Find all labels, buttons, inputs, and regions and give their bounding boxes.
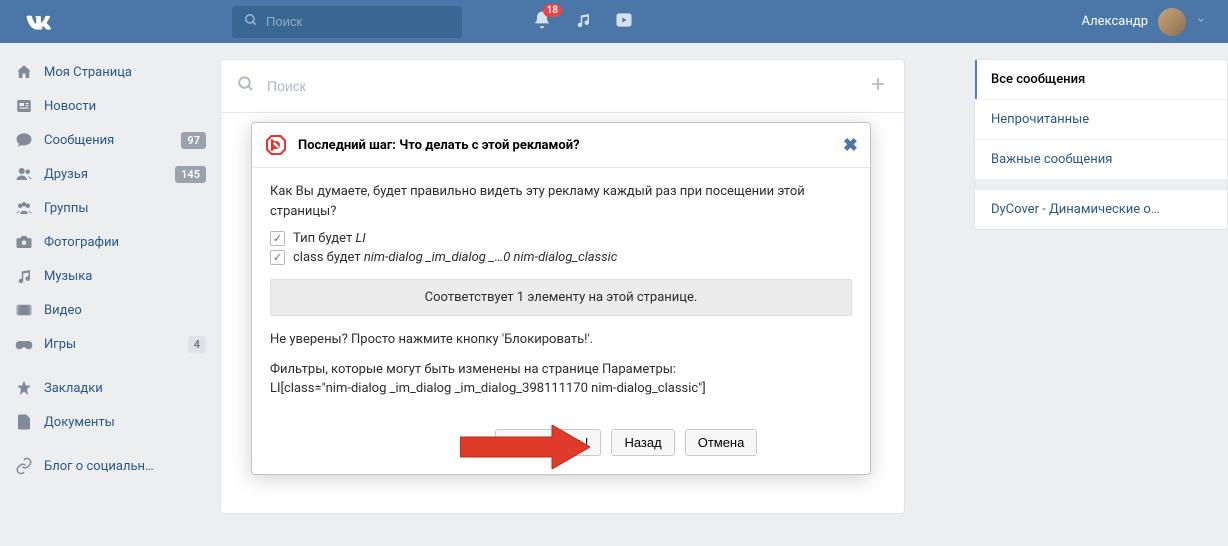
highlight-arrow-icon	[460, 425, 590, 473]
friends-icon	[14, 164, 34, 184]
chevron-down-icon	[1196, 14, 1206, 29]
header-search[interactable]	[232, 6, 462, 38]
photos-icon	[14, 232, 34, 252]
nav-messages[interactable]: Сообщения 97	[0, 123, 220, 157]
checkbox-icon: ✓	[270, 250, 285, 265]
music-icon[interactable]	[574, 11, 592, 33]
nav-video[interactable]: Видео	[0, 293, 220, 327]
nav-label: Игры	[44, 337, 76, 352]
nav-label: Документы	[44, 415, 115, 430]
nav-bookmarks[interactable]: Закладки	[0, 371, 220, 405]
unsure-text: Не уверены? Просто нажмите кнопку 'Блоки…	[270, 330, 852, 350]
news-icon	[14, 96, 34, 116]
filter-important[interactable]: Важные сообщения	[975, 140, 1227, 180]
right-column: Все сообщения Непрочитанные Важные сообщ…	[958, 43, 1228, 514]
messages-icon	[14, 130, 34, 150]
back-button[interactable]: Назад	[611, 429, 674, 456]
home-icon	[14, 62, 34, 82]
nav-games[interactable]: Игры 4	[0, 327, 220, 361]
nav-my-page[interactable]: Моя Страница	[0, 55, 220, 89]
bookmarks-icon	[14, 378, 34, 398]
checkbox-class[interactable]: ✓ class будет nim-dialog _im_dialog _…0 …	[270, 250, 852, 265]
close-icon[interactable]: ✖	[843, 135, 858, 156]
nav-photos[interactable]: Фотографии	[0, 225, 220, 259]
music-nav-icon	[14, 266, 34, 286]
video-icon	[14, 300, 34, 320]
adblock-dialog: Последний шаг: Что делать с этой рекламо…	[251, 122, 871, 475]
nav-label: Видео	[44, 303, 82, 318]
left-nav: Моя Страница Новости Сообщения 97 Друзья…	[0, 43, 220, 514]
user-menu[interactable]: Александр	[1082, 8, 1216, 36]
vk-logo-icon[interactable]	[24, 8, 52, 36]
filters-text: Фильтры, которые могут быть изменены на …	[270, 360, 852, 399]
stop-icon	[264, 133, 288, 157]
link-icon	[14, 456, 34, 476]
notifications-icon[interactable]: 18	[532, 10, 552, 34]
header-search-input[interactable]	[266, 14, 450, 29]
nav-label: Друзья	[44, 167, 88, 182]
search-icon	[244, 13, 258, 31]
docs-icon	[14, 412, 34, 432]
checkbox-type[interactable]: ✓ Тип будет LI	[270, 231, 852, 246]
nav-label: Блог о социальн…	[44, 459, 154, 474]
nav-label: Фотографии	[44, 235, 119, 250]
checkbox-icon: ✓	[270, 231, 285, 246]
nav-label: Закладки	[44, 381, 103, 396]
filter-all-messages[interactable]: Все сообщения	[975, 60, 1227, 100]
nav-news[interactable]: Новости	[0, 89, 220, 123]
nav-label: Музыка	[44, 269, 92, 284]
play-icon[interactable]	[614, 10, 634, 34]
filter-dycover[interactable]: DyCover - Динамические о…	[975, 180, 1227, 229]
nav-label: Сообщения	[44, 133, 114, 148]
check-label: class будет nim-dialog _im_dialog _…0 ni…	[293, 250, 617, 265]
dialog-question: Как Вы думаете, будет правильно видеть э…	[270, 182, 852, 221]
username: Александр	[1082, 14, 1148, 29]
notification-badge: 18	[543, 4, 562, 17]
match-banner: Соответствует 1 элементу на этой страниц…	[270, 279, 852, 316]
nav-label: Новости	[44, 99, 96, 114]
filter-unread[interactable]: Непрочитанные	[975, 100, 1227, 140]
nav-blog-link[interactable]: Блог о социальн…	[0, 449, 220, 483]
nav-groups[interactable]: Группы	[0, 191, 220, 225]
nav-label: Моя Страница	[44, 65, 132, 80]
cancel-button[interactable]: Отмена	[685, 429, 758, 456]
dialog-title: Последний шаг: Что делать с этой рекламо…	[298, 138, 843, 153]
nav-label: Группы	[44, 201, 88, 216]
plus-icon[interactable]	[868, 74, 888, 98]
avatar	[1158, 8, 1186, 36]
check-label: Тип будет LI	[293, 231, 366, 246]
groups-icon	[14, 198, 34, 218]
nav-badge: 145	[175, 166, 206, 183]
top-header: 18 Александр	[0, 0, 1228, 43]
nav-music[interactable]: Музыка	[0, 259, 220, 293]
nav-friends[interactable]: Друзья 145	[0, 157, 220, 191]
games-icon	[14, 334, 34, 354]
nav-badge: 97	[181, 132, 206, 149]
nav-docs[interactable]: Документы	[0, 405, 220, 439]
nav-badge: 4	[188, 336, 206, 353]
messages-search-input[interactable]	[267, 78, 868, 94]
search-icon	[237, 75, 255, 97]
main-column: Последний шаг: Что делать с этой рекламо…	[220, 43, 958, 514]
messages-search-row	[221, 60, 904, 113]
